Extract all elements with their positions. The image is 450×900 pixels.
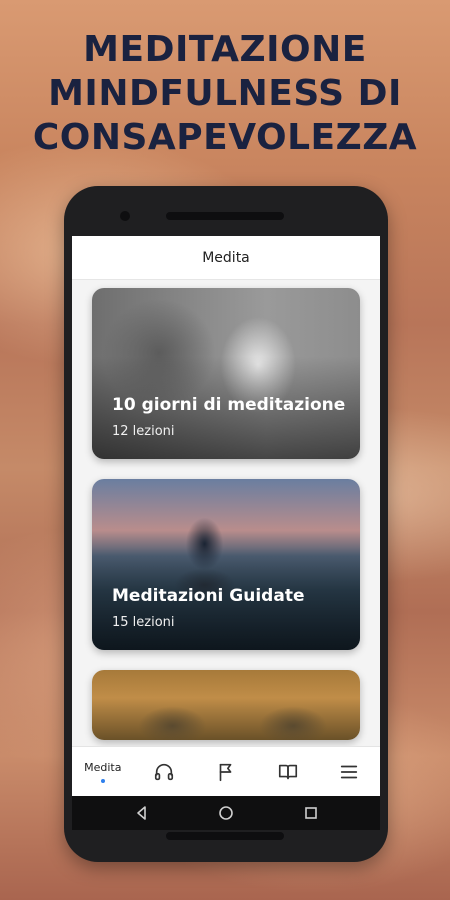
course-card-meditazioni-guidate[interactable]: Meditazioni Guidate 15 lezioni — [92, 479, 360, 650]
tab-flag[interactable] — [198, 747, 254, 797]
tab-book[interactable] — [260, 747, 316, 797]
recents-icon — [304, 807, 317, 819]
bottom-speaker — [166, 832, 284, 840]
promo-headline: MEDITAZIONE MINDFULNESS DI CONSAPEVOLEZZ… — [0, 28, 450, 160]
card-title: Meditazioni Guidate — [112, 586, 305, 606]
back-icon — [136, 806, 146, 820]
headline-line-2: MINDFULNESS DI — [48, 73, 402, 114]
nav-back-button[interactable] — [127, 798, 157, 828]
card-title: 10 giorni di meditazione — [112, 395, 346, 415]
app-bar: Medita — [72, 236, 380, 280]
tab-menu[interactable] — [321, 747, 377, 797]
android-nav-bar — [72, 796, 380, 830]
book-icon — [278, 764, 297, 779]
nav-recents-button[interactable] — [296, 798, 326, 828]
app-screen: Medita 10 giorni di meditazione 12 lezio… — [72, 236, 380, 796]
tab-headphones[interactable] — [136, 747, 192, 797]
active-tab-indicator — [100, 778, 105, 783]
headline-line-3: CONSAPEVOLEZZA — [32, 117, 418, 158]
card-lesson-count: 12 lezioni — [112, 424, 175, 439]
headphones-icon — [155, 763, 174, 780]
headline-line-1: MEDITAZIONE — [83, 29, 367, 70]
tab-medita-label: Medita — [84, 760, 122, 774]
front-camera — [120, 211, 130, 221]
tab-medita[interactable]: Medita — [75, 747, 131, 797]
earpiece-speaker — [166, 212, 284, 220]
menu-icon — [341, 765, 358, 778]
card-lesson-count: 15 lezioni — [112, 615, 175, 630]
home-icon — [219, 806, 233, 820]
phone-frame: Medita 10 giorni di meditazione 12 lezio… — [64, 186, 388, 862]
page-title: Medita — [202, 249, 250, 266]
bottom-tab-bar: Medita — [72, 746, 380, 796]
course-list: 10 giorni di meditazione 12 lezioni Medi… — [92, 288, 360, 760]
nav-home-button[interactable] — [211, 798, 241, 828]
course-card-10-giorni[interactable]: 10 giorni di meditazione 12 lezioni — [92, 288, 360, 459]
flag-icon — [219, 763, 232, 781]
course-card-partial[interactable] — [92, 670, 360, 740]
